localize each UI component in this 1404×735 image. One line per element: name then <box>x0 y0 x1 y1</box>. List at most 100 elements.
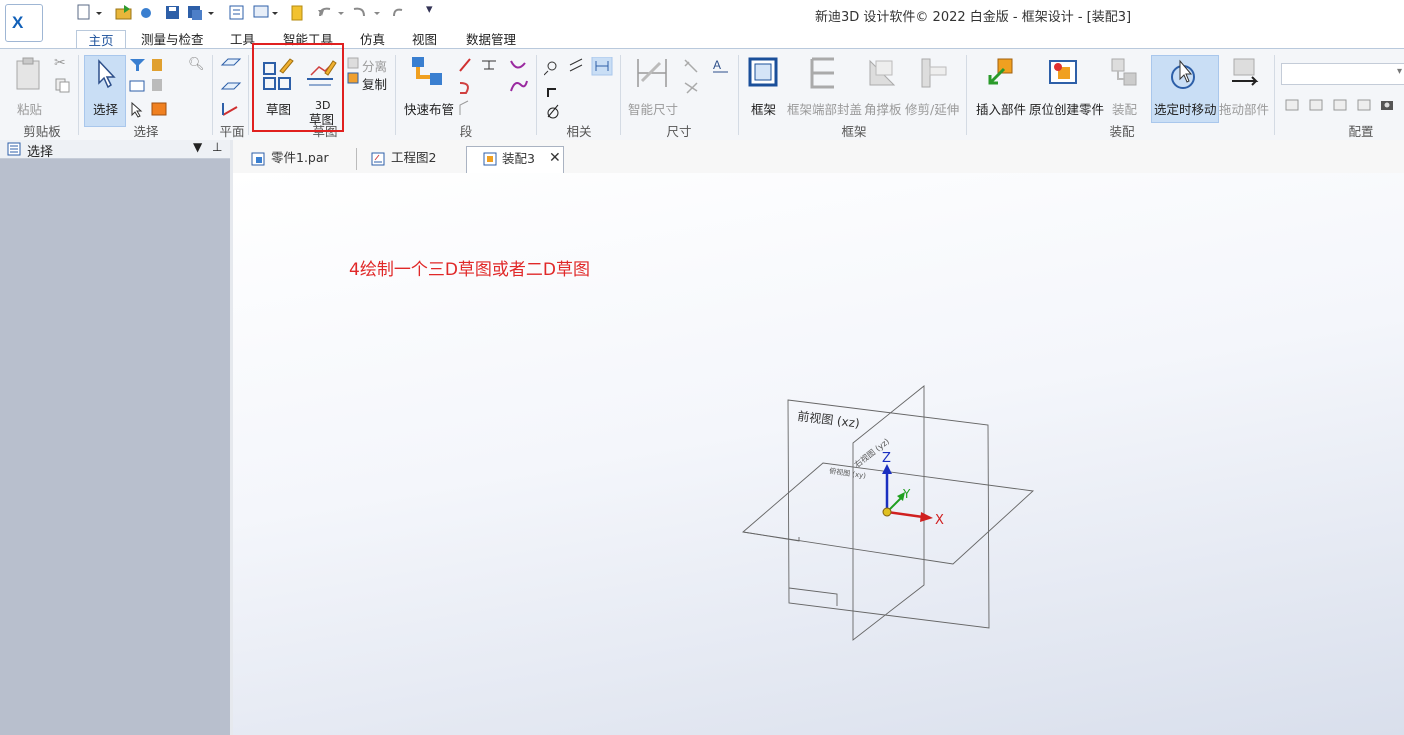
instruction-annotation: 4绘制一个三D草图或者二D草图 <box>349 260 590 280</box>
dimension-tools-icons[interactable] <box>682 57 702 97</box>
insert-component-icon[interactable] <box>984 57 1016 91</box>
customize-qat-icon[interactable]: ▾ <box>426 2 433 20</box>
assemble-label: 装配 <box>1112 102 1138 117</box>
properties-icon[interactable] <box>229 5 244 20</box>
copy-small-icon[interactable] <box>54 77 70 93</box>
trim-extend-icon[interactable] <box>918 57 950 89</box>
relation-tools-icons[interactable] <box>544 57 616 119</box>
tab-measure-inspect[interactable]: 测量与检查 <box>135 30 210 49</box>
segment-tools-icons[interactable] <box>456 57 502 119</box>
select-label: 选择 <box>93 102 119 117</box>
tab-home[interactable]: 主页 <box>76 30 126 50</box>
configuration-tools-icons[interactable] <box>1284 97 1402 113</box>
sketch-highlight-box <box>252 43 344 132</box>
save-icon[interactable] <box>166 6 179 19</box>
separator <box>395 55 396 135</box>
app-logo-icon: X <box>12 13 24 32</box>
related-group-label: 相关 <box>566 124 592 139</box>
doc-tab-assembly3[interactable]: 装配3 ✕ <box>466 146 564 174</box>
plane-tools-icons[interactable] <box>220 57 242 121</box>
ribbon: 粘贴 ✂ 剪贴板 选择 🔍︎ 选择 平面 草图 3D 草图 分离 复制 草图 快… <box>0 48 1404 142</box>
undo-icon[interactable] <box>318 7 344 17</box>
tab-data-management[interactable]: 数据管理 <box>460 30 522 49</box>
move-on-select-icon <box>1171 59 1195 89</box>
ribbon-tabs: 主页 测量与检查 工具 智能工具 仿真 视图 数据管理 <box>0 28 1404 50</box>
note-icon[interactable] <box>291 5 303 21</box>
paste-icon[interactable] <box>14 57 46 91</box>
save-all-icon[interactable] <box>188 6 214 20</box>
graphics-viewport[interactable]: 4绘制一个三D草图或者二D草图 前视图 (xz) 右视图 (yz) 俯视图 (x… <box>233 173 1404 735</box>
reference-planes[interactable]: 前视图 (xz) 右视图 (yz) 俯视图 (xy) Z Y X <box>733 378 1043 648</box>
configuration-group-label: 配置 <box>1348 124 1374 139</box>
drawing-file-icon <box>371 152 385 166</box>
in-place-create-label: 原位创建零件 <box>1029 102 1105 117</box>
panel-dropdown-icon[interactable]: ▼ <box>193 140 202 154</box>
screen-capture-icon[interactable] <box>253 5 278 18</box>
drag-component-icon[interactable] <box>1228 57 1262 89</box>
assembly-file-icon <box>483 152 497 166</box>
chevron-down-icon: ▾ <box>1396 66 1402 77</box>
clipboard-group-label: 剪贴板 <box>23 124 61 139</box>
split-copy-icons[interactable] <box>346 57 362 87</box>
frame-icon[interactable] <box>748 57 780 89</box>
separator <box>78 55 79 135</box>
title-bar: X ▾ 新迪3D 设计软件© 2022 白金版 - 框架设计 - [装配3] <box>0 0 1404 42</box>
select-group-label: 选择 <box>133 124 159 139</box>
gusset-label: 角撑板 <box>864 102 902 117</box>
separator <box>1274 55 1275 135</box>
in-place-create-icon[interactable] <box>1048 57 1080 89</box>
window-title: 新迪3D 设计软件© 2022 白金版 - 框架设计 - [装配3] <box>815 10 1132 25</box>
doc-tab-label: 零件1.par <box>271 150 329 165</box>
y-axis-label: Y <box>902 487 911 501</box>
repeat-icon[interactable] <box>393 8 403 17</box>
app-logo-button[interactable]: X <box>5 4 43 42</box>
axis-triad: Z Y X <box>882 451 944 528</box>
separator <box>738 55 739 135</box>
pin-icon[interactable]: ⊥ <box>212 140 222 154</box>
quick-routing-label: 快速布管 <box>404 102 455 117</box>
assembly-group-label: 装配 <box>1109 124 1135 139</box>
quick-routing-icon[interactable] <box>410 55 446 91</box>
assemble-icon[interactable] <box>1108 57 1140 89</box>
doc-tab-part1[interactable]: 零件1.par <box>245 146 355 172</box>
panel-title: 选择 <box>27 145 54 160</box>
frame-group-label: 框架 <box>841 124 867 139</box>
separator <box>536 55 537 135</box>
copy-label[interactable]: 复制 <box>362 74 387 93</box>
doc-tab-label: 装配3 <box>502 151 535 166</box>
smart-dimension-icon[interactable] <box>634 55 670 91</box>
insert-component-label: 插入部件 <box>976 102 1027 117</box>
drag-component-label: 拖动部件 <box>1219 102 1270 117</box>
new-file-icon[interactable] <box>77 4 102 20</box>
frame-end-cap-icon[interactable] <box>806 57 838 89</box>
x-axis-label: X <box>935 513 944 528</box>
zoom-select-icon[interactable]: 🔍︎ <box>188 57 205 72</box>
tab-view[interactable]: 视图 <box>406 30 443 49</box>
dimension-group-label: 尺寸 <box>666 124 692 139</box>
open-folder-icon[interactable] <box>115 5 132 20</box>
cursor-arrow-icon <box>98 59 116 89</box>
annotation-text-icon[interactable]: A <box>712 57 730 75</box>
cut-icon[interactable]: ✂ <box>54 55 66 71</box>
trim-extend-label: 修剪/延伸 <box>905 102 960 117</box>
select-tools-icons[interactable] <box>128 57 172 121</box>
front-plane-label: 前视图 (xz) <box>797 408 861 431</box>
part-file-icon <box>251 152 265 166</box>
doc-tab-drawing2[interactable]: 工程图2 <box>365 146 465 172</box>
curve-tools-icons[interactable] <box>508 57 530 101</box>
smart-dimension-label: 智能尺寸 <box>628 102 679 117</box>
document-tabs: 零件1.par 工程图2 装配3 ✕ <box>233 140 1404 174</box>
tab-simulation[interactable]: 仿真 <box>354 30 391 49</box>
redo-icon[interactable] <box>353 7 380 17</box>
segment-group-label: 段 <box>459 124 473 139</box>
globe-icon[interactable] <box>141 8 151 18</box>
tab-divider <box>356 148 357 170</box>
gusset-icon[interactable] <box>866 57 898 89</box>
close-tab-icon[interactable]: ✕ <box>549 146 561 170</box>
configuration-dropdown[interactable]: ▾ <box>1281 63 1404 85</box>
frame-end-cap-label: 框架端部封盖 <box>787 102 863 117</box>
doc-tab-label: 工程图2 <box>391 150 437 165</box>
panel-header: 选择 ▼ ⊥ <box>0 140 230 160</box>
separator <box>212 55 213 135</box>
split-label[interactable]: 分离 <box>362 56 387 75</box>
